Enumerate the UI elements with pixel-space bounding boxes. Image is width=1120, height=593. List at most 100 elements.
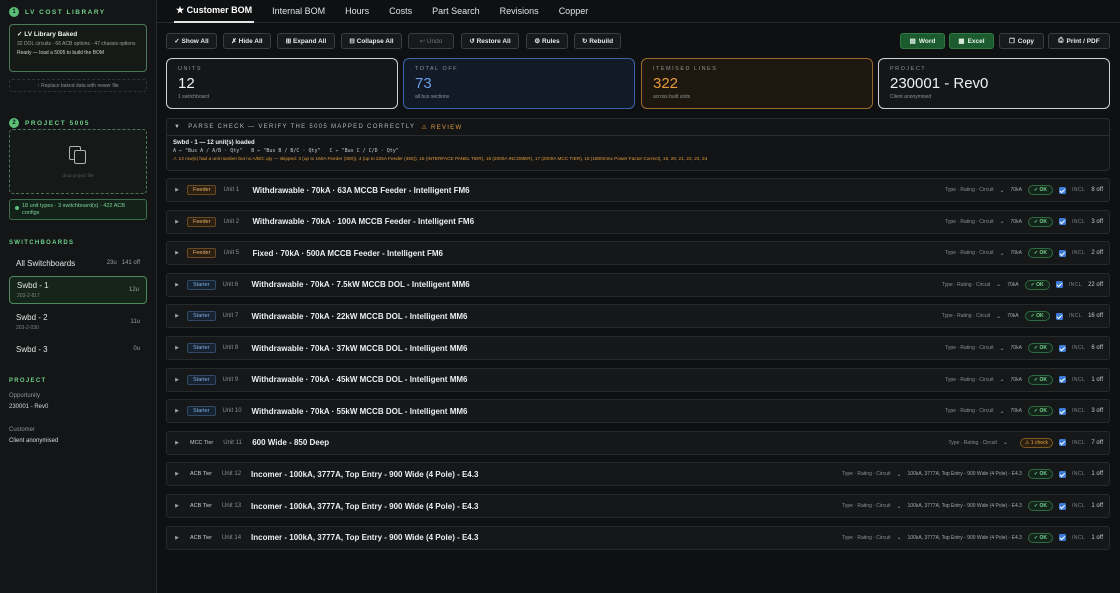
bom-unit-row[interactable]: ▶ Starter Unit 8 Withdrawable · 70kA · 37kW… — [166, 336, 1110, 360]
tab-revisions[interactable]: Revisions — [498, 0, 541, 23]
expand-arrow-icon[interactable]: ▶ — [167, 313, 187, 319]
expand-all-button[interactable]: ⊞ Expand All — [277, 33, 335, 49]
project-card: PROJECT 230001 - Rev0 Client anonymised — [878, 58, 1110, 109]
ok-status-badge: ✓ OK — [1027, 469, 1054, 480]
include-label: INCL — [1072, 503, 1086, 509]
tab-hours[interactable]: Hours — [343, 0, 371, 23]
step-1-title: LV COST LIBRARY — [25, 8, 106, 16]
tab-costs[interactable]: Costs — [387, 0, 414, 23]
bom-unit-row[interactable]: ▶ MCC Tier Unit 11 600 Wide - 850 Deep Type … — [166, 430, 1110, 455]
bom-unit-row[interactable]: ▶ Starter Unit 10 Withdrawable · 70kA · 55k… — [166, 399, 1110, 424]
bom-unit-row[interactable]: ▶ Starter Unit 7 Withdrawable · 70kA · 22kW… — [166, 304, 1110, 329]
expand-arrow-icon[interactable]: ▶ — [167, 219, 187, 225]
unit-types-info: 18 unit types · 3 switchboard(s) · 422 A… — [9, 199, 147, 220]
type-rating-circuit-label: Type · Rating · Circuit — [945, 250, 994, 257]
include-checkbox[interactable] — [1059, 534, 1067, 542]
restore-all-button[interactable]: ↺ Restore All — [461, 33, 519, 49]
include-checkbox[interactable] — [1059, 407, 1067, 415]
expand-arrow-icon[interactable]: ▶ — [167, 187, 187, 193]
tab-part-search[interactable]: Part Search — [430, 0, 482, 23]
unit-type-badge: Feeder — [187, 248, 217, 259]
chevron-down-icon[interactable]: ⌄ — [996, 281, 1001, 288]
word-export-button[interactable]: ▤ Word — [900, 33, 945, 49]
include-checkbox[interactable] — [1059, 249, 1067, 257]
printer-icon: ⎙ — [1058, 37, 1064, 44]
show-all-button[interactable]: ✓ Show All — [166, 33, 217, 49]
expand-arrow-icon[interactable]: ▶ — [167, 408, 187, 414]
chevron-down-icon[interactable]: ⌄ — [999, 408, 1004, 415]
unit-number: Unit 10 — [222, 408, 242, 415]
include-checkbox[interactable] — [1059, 376, 1067, 384]
units-card-value: 12 — [178, 75, 195, 92]
chevron-down-icon[interactable]: ⌄ — [996, 313, 1001, 320]
include-label: INCL — [1068, 281, 1083, 288]
expand-arrow-icon[interactable]: ▶ — [167, 471, 187, 477]
bom-unit-row[interactable]: ▶ ACB Tier Unit 13 Incomer - 100kA, 3777A, … — [166, 494, 1110, 518]
excel-export-button[interactable]: ▦ Excel — [949, 33, 994, 49]
hide-all-button[interactable]: ✗ Hide All — [223, 33, 271, 49]
tab-customer-bom[interactable]: ★ Customer BOM — [174, 0, 255, 23]
include-label: INCL — [1072, 218, 1086, 225]
include-checkbox[interactable] — [1055, 281, 1063, 289]
total-off-card-sub: all bus sections — [415, 94, 450, 100]
chevron-down-icon[interactable]: ⌄ — [896, 534, 901, 541]
undo-button[interactable]: ↩ Undo — [408, 33, 454, 49]
collapse-all-button[interactable]: ⊟ Collapse All — [341, 33, 402, 49]
switchboard-name: Swbd - 3 — [16, 344, 48, 354]
unit-description: Incomer - 100kA, 3777A, Top Entry - 900 … — [251, 469, 479, 479]
bom-unit-row[interactable]: ▶ ACB Tier Unit 14 Incomer - 100kA, 3777A, … — [166, 525, 1110, 550]
chevron-down-icon[interactable]: ⌄ — [999, 218, 1004, 225]
rules-button[interactable]: ⚙ Rules — [526, 33, 568, 49]
copy-button[interactable]: ❐ Copy — [999, 33, 1044, 49]
type-rating-circuit-label: Type · Rating · Circuit — [842, 471, 891, 478]
off-count: 8 off — [1091, 187, 1103, 193]
include-checkbox[interactable] — [1059, 186, 1067, 194]
unit-description: Withdrawable · 70kA · 37kW MCCB DOL - In… — [251, 343, 468, 353]
chevron-down-icon[interactable]: ⌄ — [999, 345, 1004, 352]
bom-unit-row[interactable]: ▶ Feeder Unit 2 Withdrawable · 70kA · 100A … — [166, 209, 1110, 234]
unit-number: Unit 5 — [223, 250, 240, 257]
unit-rating: 70kA — [1010, 408, 1022, 415]
bom-unit-row[interactable]: ▶ Starter Unit 9 Withdrawable · 70kA · 45kW… — [166, 367, 1110, 392]
print-pdf-button[interactable]: ⎙ Print / PDF — [1048, 33, 1110, 49]
type-rating-circuit-label: Type · Rating · Circuit — [945, 376, 994, 383]
chevron-down-icon[interactable]: ⌄ — [999, 187, 1004, 194]
unit-number: Unit 13 — [222, 503, 242, 509]
replace-baked-data-button[interactable]: ↑ Replace baked data with newer file — [9, 79, 147, 92]
chevron-down-icon[interactable]: ⌄ — [999, 250, 1004, 257]
chevron-down-icon[interactable]: ⌄ — [999, 376, 1004, 383]
expand-arrow-icon[interactable]: ▶ — [167, 345, 187, 351]
bom-unit-row[interactable]: ▶ Feeder Unit 5 Fixed · 70kA · 500A MCCB Fe… — [166, 241, 1110, 266]
include-checkbox[interactable] — [1059, 502, 1067, 510]
bom-unit-row[interactable]: ▶ Starter Unit 6 Withdrawable · 70kA · 7.5k… — [166, 272, 1110, 297]
step-2-header: 2 PROJECT 5005 — [9, 118, 90, 128]
chevron-down-icon[interactable]: ⌄ — [896, 471, 901, 478]
expand-arrow-icon[interactable]: ▶ — [167, 250, 187, 256]
expand-arrow-icon[interactable]: ▶ — [167, 440, 187, 446]
all-switchboards-item[interactable]: All Switchboards 23u 141 off — [9, 254, 147, 272]
expand-arrow-icon[interactable]: ▶ — [167, 282, 187, 288]
include-checkbox[interactable] — [1059, 218, 1067, 226]
bom-unit-row[interactable]: ▶ ACB Tier Unit 12 Incomer - 100kA, 3777A, … — [166, 462, 1110, 487]
expand-arrow-icon[interactable]: ▶ — [167, 535, 187, 541]
include-checkbox[interactable] — [1059, 344, 1067, 352]
tab-copper[interactable]: Copper — [557, 0, 591, 23]
unit-type-badge: Starter — [187, 343, 216, 353]
expand-arrow-icon[interactable]: ▶ — [167, 503, 187, 509]
expand-arrow-icon[interactable]: ▶ — [167, 377, 187, 383]
include-checkbox[interactable] — [1055, 312, 1063, 320]
rebuild-button[interactable]: ↻ Rebuild — [574, 33, 621, 49]
bom-unit-row[interactable]: ▶ Feeder Unit 1 Withdrawable · 70kA · 63A M… — [166, 178, 1110, 202]
step-2-title: PROJECT 5005 — [25, 119, 90, 127]
switchboard-item-1[interactable]: Swbd - 1 203-2-817 12u — [9, 276, 147, 304]
switchboard-item-3[interactable]: Swbd - 3 0u — [9, 340, 147, 358]
parse-check-header[interactable]: ▼ PARSE CHECK — VERIFY THE 5005 MAPPED C… — [167, 119, 1109, 136]
chevron-down-icon[interactable]: ⌄ — [1003, 439, 1008, 446]
include-checkbox[interactable] — [1059, 470, 1067, 478]
project-file-dropzone[interactable]: drop project file — [9, 129, 147, 194]
tab-internal-bom[interactable]: Internal BOM — [270, 0, 327, 23]
include-checkbox[interactable] — [1059, 439, 1067, 447]
switchboard-item-2[interactable]: Swbd - 2 203-2-030 11u — [9, 308, 147, 336]
total-off-card: TOTAL OFF 73 all bus sections — [403, 58, 635, 109]
chevron-down-icon[interactable]: ⌄ — [896, 503, 901, 510]
